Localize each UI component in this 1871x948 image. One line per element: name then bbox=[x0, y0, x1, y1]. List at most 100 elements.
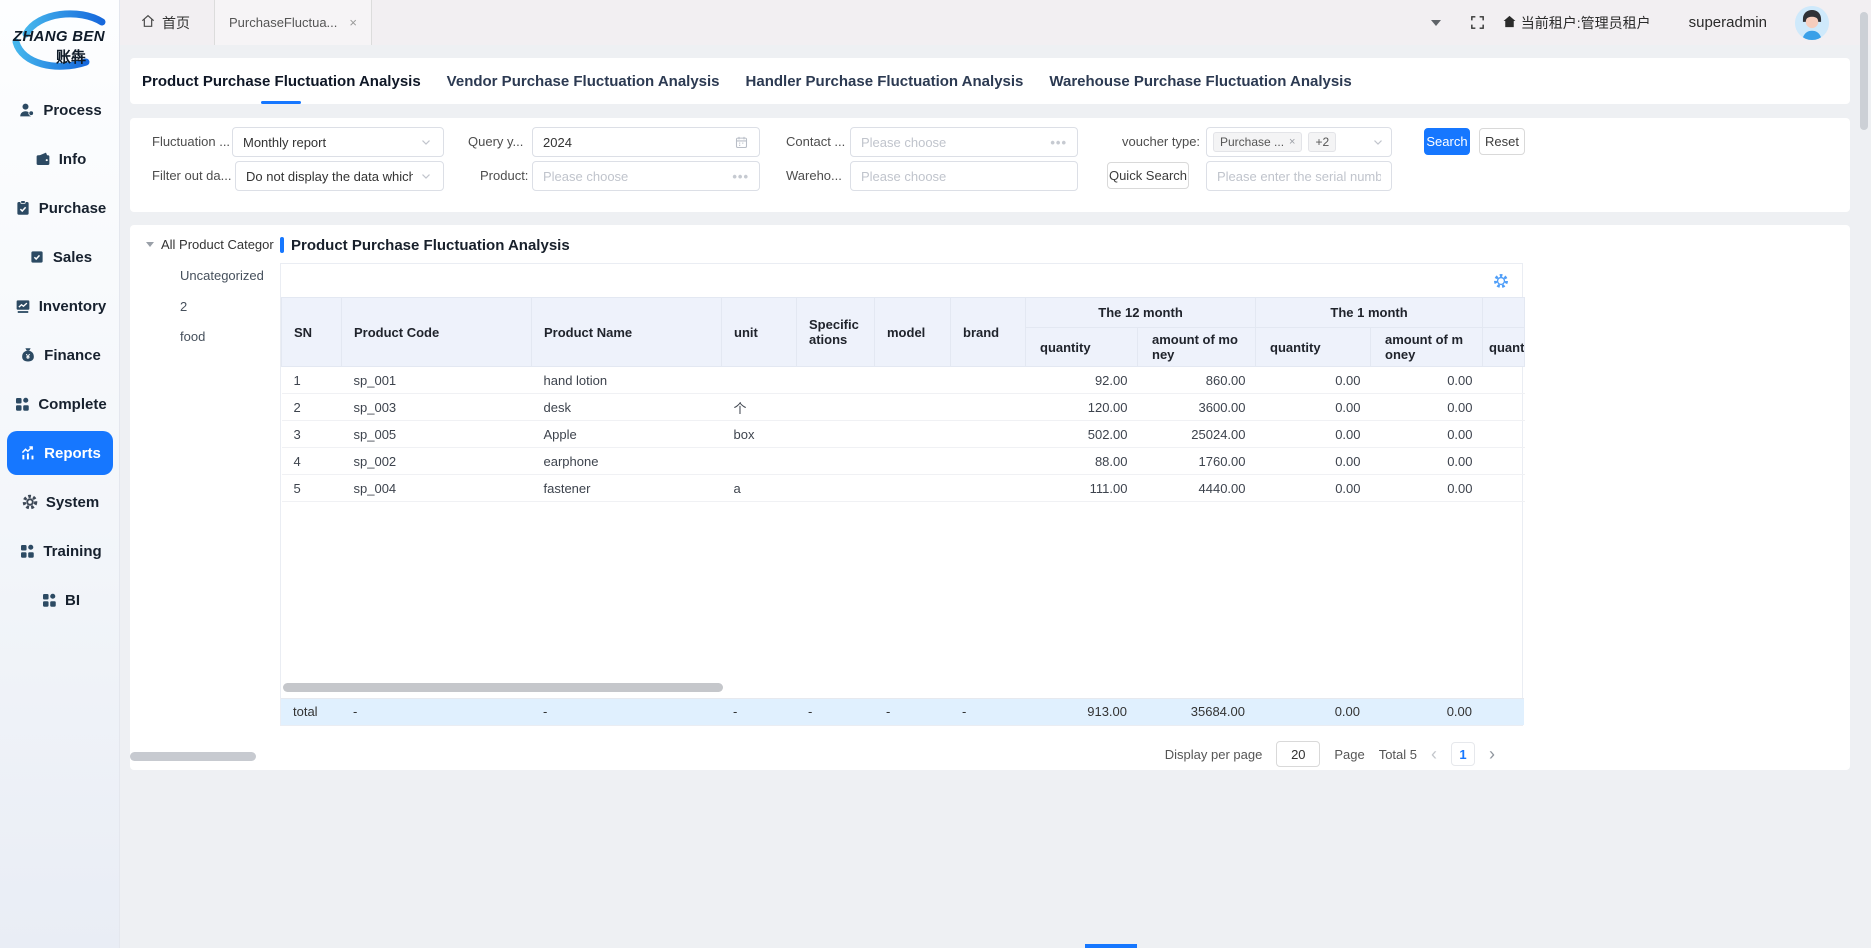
column-header-product-name[interactable]: Product Name bbox=[532, 298, 722, 367]
table-horizontal-scrollbar[interactable] bbox=[283, 683, 723, 692]
table-cell bbox=[797, 367, 875, 394]
tab-handler-purchase-analysis[interactable]: Handler Purchase Fluctuation Analysis bbox=[746, 58, 1024, 104]
sidebar-item-reports[interactable]: Reports bbox=[7, 431, 113, 475]
column-header-specifications[interactable]: Specifications bbox=[797, 298, 875, 367]
serial-number-input[interactable] bbox=[1206, 161, 1392, 191]
sidebar-item-system[interactable]: System bbox=[7, 480, 113, 524]
sidebar-item-purchase[interactable]: Purchase bbox=[7, 186, 113, 230]
sidebar-item-label: Process bbox=[43, 102, 101, 119]
chart-line-icon bbox=[14, 297, 32, 315]
table-cell: fastener bbox=[532, 475, 722, 502]
chart-growth-icon bbox=[19, 444, 37, 462]
table-row[interactable]: 2 sp_003 desk 个 120.00 3600.00 0.00 0.00 bbox=[282, 394, 1525, 421]
search-button[interactable]: Search bbox=[1424, 128, 1470, 155]
table-row[interactable]: 4 sp_002 earphone 88.00 1760.00 0.00 0.0… bbox=[282, 448, 1525, 475]
total-cell: - bbox=[796, 699, 874, 725]
table-cell: 4 bbox=[282, 448, 342, 475]
voucher-tag: Purchase ... × bbox=[1213, 132, 1302, 152]
table-row[interactable]: 1 sp_001 hand lotion 92.00 860.00 0.00 0… bbox=[282, 367, 1525, 394]
grid-icon bbox=[18, 542, 36, 560]
tab-warehouse-purchase-analysis[interactable]: Warehouse Purchase Fluctuation Analysis bbox=[1049, 58, 1351, 104]
fluctuation-select[interactable]: Monthly report bbox=[232, 127, 444, 157]
total-cell: 0.00 bbox=[1255, 699, 1370, 725]
tree-node-all-categories[interactable]: All Product Categor bbox=[146, 237, 274, 252]
total-cell: - bbox=[341, 699, 531, 725]
tag-close-icon[interactable]: × bbox=[1289, 136, 1295, 148]
table-settings-icon[interactable] bbox=[1492, 272, 1510, 295]
contact-select[interactable]: ••• bbox=[850, 127, 1078, 157]
quick-search-button[interactable]: Quick Search bbox=[1107, 162, 1189, 189]
column-header-partial[interactable]: quantity bbox=[1483, 328, 1525, 367]
main-content: Product Purchase Fluctuation Analysis Ve… bbox=[120, 45, 1871, 948]
sidebar-item-bi[interactable]: BI bbox=[7, 578, 113, 622]
sidebar-item-info[interactable]: Info bbox=[7, 137, 113, 181]
table-cell: 860.00 bbox=[1138, 367, 1256, 394]
sidebar-item-process[interactable]: Process bbox=[7, 88, 113, 132]
table-row[interactable]: 5 sp_004 fastener a 111.00 4440.00 0.00 … bbox=[282, 475, 1525, 502]
fluctuation-label: Fluctuation ... bbox=[152, 134, 230, 149]
sidebar-item-finance[interactable]: ¥ Finance bbox=[7, 333, 113, 377]
breadcrumb-home[interactable]: 首页 bbox=[140, 13, 190, 33]
chevron-down-icon bbox=[1371, 135, 1385, 149]
table-cell bbox=[875, 367, 951, 394]
column-header-sn[interactable]: SN bbox=[282, 298, 342, 367]
table-cell: 88.00 bbox=[1026, 448, 1138, 475]
bottom-scroll-indicator[interactable] bbox=[1085, 944, 1137, 948]
next-page-icon[interactable]: › bbox=[1489, 745, 1495, 763]
table-empty-area bbox=[281, 502, 1522, 698]
table-cell bbox=[951, 421, 1026, 448]
column-header-model[interactable]: model bbox=[875, 298, 951, 367]
close-icon[interactable]: × bbox=[349, 15, 357, 30]
column-header-quantity-1[interactable]: quantity bbox=[1256, 328, 1371, 367]
table-cell: sp_003 bbox=[342, 394, 532, 421]
tab-label: Product Purchase Fluctuation Analysis bbox=[142, 73, 421, 90]
tree-node-2[interactable]: 2 bbox=[180, 299, 187, 314]
fullscreen-icon[interactable] bbox=[1469, 14, 1486, 31]
open-tab[interactable]: PurchaseFluctua... × bbox=[214, 0, 372, 45]
page-horizontal-scrollbar[interactable] bbox=[130, 752, 256, 761]
vertical-scrollbar[interactable] bbox=[1860, 12, 1868, 130]
table-cell bbox=[797, 448, 875, 475]
column-header-unit[interactable]: unit bbox=[722, 298, 797, 367]
voucher-type-select[interactable]: Purchase ... × +2 bbox=[1206, 127, 1392, 157]
table-wrap: SN Product Code Product Name unit Specif… bbox=[280, 263, 1523, 726]
column-header-brand[interactable]: brand bbox=[951, 298, 1026, 367]
table-cell bbox=[951, 448, 1026, 475]
current-page[interactable]: 1 bbox=[1451, 742, 1475, 766]
username[interactable]: superadmin bbox=[1689, 14, 1767, 31]
sidebar-item-sales[interactable]: Sales bbox=[7, 235, 113, 279]
table-cell bbox=[722, 367, 797, 394]
sidebar-item-label: BI bbox=[65, 592, 80, 609]
column-header-amount-1[interactable]: amount of money bbox=[1371, 328, 1483, 367]
column-header-quantity-12[interactable]: quantity bbox=[1026, 328, 1138, 367]
sidebar-item-training[interactable]: Training bbox=[7, 529, 113, 573]
topbar: 首页 PurchaseFluctua... × 当前租户:管理员租户 super… bbox=[120, 0, 1871, 45]
column-header-product-code[interactable]: Product Code bbox=[342, 298, 532, 367]
table-cell: hand lotion bbox=[532, 367, 722, 394]
sidebar-item-complete[interactable]: Complete bbox=[7, 382, 113, 426]
tab-product-purchase-analysis[interactable]: Product Purchase Fluctuation Analysis bbox=[142, 58, 421, 104]
filter-out-select[interactable]: Do not display the data which is 0 bbox=[235, 161, 444, 191]
chevron-down-icon[interactable] bbox=[1431, 20, 1441, 26]
reset-button[interactable]: Reset bbox=[1479, 128, 1525, 155]
table-cell: 0.00 bbox=[1371, 475, 1483, 502]
tree-node-uncategorized[interactable]: Uncategorized bbox=[180, 268, 264, 283]
column-group-partial bbox=[1483, 298, 1525, 328]
column-header-amount-12[interactable]: amount of money bbox=[1138, 328, 1256, 367]
warehouse-select[interactable] bbox=[850, 161, 1078, 191]
product-select[interactable]: ••• bbox=[532, 161, 760, 191]
page-size-input[interactable] bbox=[1276, 741, 1320, 767]
table-cell: 0.00 bbox=[1371, 421, 1483, 448]
prev-page-icon[interactable]: ‹ bbox=[1431, 745, 1437, 763]
table-cell: 0.00 bbox=[1256, 448, 1371, 475]
avatar[interactable] bbox=[1795, 6, 1829, 40]
voucher-more-tag: +2 bbox=[1308, 132, 1336, 152]
sidebar-item-inventory[interactable]: Inventory bbox=[7, 284, 113, 328]
tab-vendor-purchase-analysis[interactable]: Vendor Purchase Fluctuation Analysis bbox=[447, 58, 720, 104]
sidebar-item-label: Finance bbox=[44, 347, 101, 364]
tree-node-food[interactable]: food bbox=[180, 329, 205, 344]
table-cell: 0.00 bbox=[1371, 367, 1483, 394]
table-row[interactable]: 3 sp_005 Apple box 502.00 25024.00 0.00 … bbox=[282, 421, 1525, 448]
query-year-input[interactable] bbox=[532, 127, 760, 157]
table-cell: sp_004 bbox=[342, 475, 532, 502]
